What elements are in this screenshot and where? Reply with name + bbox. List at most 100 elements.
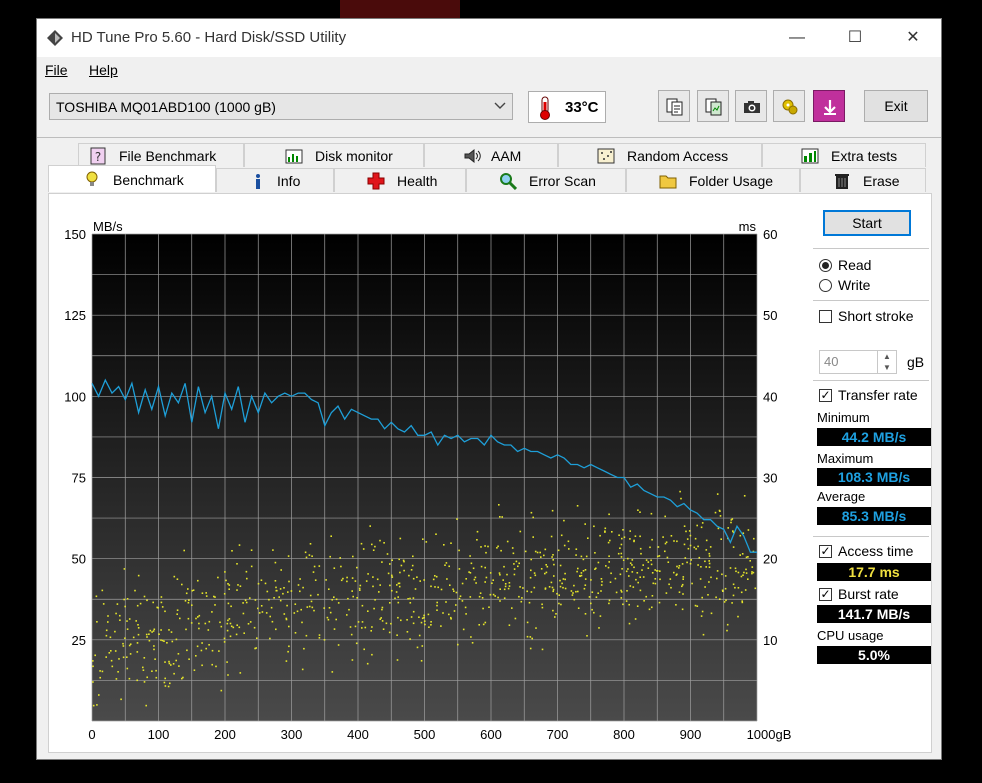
- access-time-point: [183, 549, 185, 552]
- tab-aam[interactable]: AAM: [424, 143, 558, 167]
- access-time-point: [696, 605, 699, 607]
- screenshot-button[interactable]: [735, 90, 767, 122]
- access-time-point: [455, 591, 458, 594]
- access-time-point: [362, 548, 365, 550]
- access-time-point: [457, 643, 459, 646]
- access-time-point: [597, 592, 599, 594]
- short-stroke-input[interactable]: 40 ▲ ▼: [819, 350, 897, 374]
- drive-select[interactable]: TOSHIBA MQ01ABD100 (1000 gB): [49, 93, 513, 120]
- access-time-point: [394, 597, 396, 600]
- temperature-display: 33°C: [528, 91, 606, 123]
- tab-disk-monitor[interactable]: Disk monitor: [244, 143, 424, 167]
- access-time-point: [143, 681, 146, 683]
- access-time-point: [361, 621, 364, 623]
- access-time-point: [654, 569, 656, 571]
- start-button[interactable]: Start: [823, 210, 911, 236]
- tab-folder-usage[interactable]: Folder Usage: [626, 168, 800, 192]
- access-time-point: [331, 671, 334, 673]
- access-time-point: [211, 649, 214, 652]
- title-bar[interactable]: HD Tune Pro 5.60 - Hard Disk/SSD Utility…: [37, 19, 941, 57]
- access-time-point: [301, 621, 303, 624]
- access-time-point: [556, 592, 558, 595]
- access-time-point: [604, 531, 606, 533]
- tab-file-benchmark[interactable]: ? File Benchmark: [78, 143, 244, 167]
- left-axis-unit: MB/s: [93, 219, 123, 234]
- access-time-point: [637, 581, 639, 584]
- access-time-point: [98, 694, 100, 696]
- close-button[interactable]: ✕: [890, 19, 936, 57]
- access-time-point: [142, 666, 144, 669]
- access-time-point: [274, 580, 277, 582]
- access-time-point: [198, 627, 200, 630]
- access-time-point: [580, 572, 583, 574]
- access-time-point: [205, 595, 208, 597]
- access-time-point: [444, 564, 446, 566]
- access-time-point: [245, 570, 248, 573]
- access-time-point: [718, 509, 721, 512]
- trash-icon: [835, 174, 849, 189]
- access-time-point: [339, 557, 341, 559]
- access-time-point: [287, 555, 290, 557]
- access-time-point: [246, 577, 248, 580]
- desktop-background: [340, 0, 460, 18]
- access-time-point: [551, 509, 554, 512]
- exit-button[interactable]: Exit: [864, 90, 928, 122]
- access-time-point: [411, 564, 414, 567]
- access-time-point: [428, 626, 430, 628]
- access-time-point: [406, 619, 408, 621]
- maximize-button[interactable]: ☐: [832, 19, 878, 57]
- menu-help[interactable]: Help: [89, 62, 118, 78]
- access-time-point: [636, 605, 639, 607]
- menu-file[interactable]: File: [45, 62, 68, 78]
- tab-health[interactable]: Health: [334, 168, 466, 192]
- spin-buttons[interactable]: ▲ ▼: [877, 351, 896, 373]
- access-time-point: [398, 585, 401, 588]
- access-time-point: [173, 575, 176, 578]
- access-time-point: [232, 626, 235, 629]
- access-time-point: [453, 610, 456, 612]
- access-time-point: [681, 583, 684, 586]
- access-time-point: [427, 613, 430, 616]
- access-time-point: [176, 609, 179, 611]
- access-time-point: [590, 602, 592, 605]
- copy-info-button[interactable]: [697, 90, 729, 122]
- tab-info[interactable]: Info: [216, 168, 334, 192]
- tab-error-scan[interactable]: Error Scan: [466, 168, 626, 192]
- tab-benchmark[interactable]: Benchmark: [48, 165, 216, 192]
- access-time-point: [285, 660, 288, 662]
- access-time-point: [168, 662, 171, 665]
- access-time-point: [238, 544, 241, 546]
- access-time-point: [445, 562, 448, 564]
- folder-icon: [659, 175, 677, 189]
- access-time-point: [107, 615, 109, 617]
- access-time-point: [710, 576, 712, 579]
- access-time-point: [419, 580, 421, 582]
- access-time-point: [318, 565, 321, 567]
- tab-erase[interactable]: Erase: [800, 168, 926, 192]
- access-time-point: [681, 585, 683, 588]
- access-time-point: [236, 624, 238, 626]
- access-time-point: [145, 633, 148, 636]
- access-time-point: [700, 615, 703, 617]
- access-time-point: [92, 660, 94, 662]
- copy-text-button[interactable]: [658, 90, 690, 122]
- access-time-point: [288, 645, 290, 648]
- access-time-point: [627, 557, 629, 560]
- access-time-point: [470, 636, 472, 638]
- access-time-point: [211, 611, 213, 613]
- tab-extra-tests[interactable]: Extra tests: [762, 143, 926, 167]
- access-time-point: [492, 579, 494, 581]
- access-time-point: [473, 578, 476, 581]
- minimize-button[interactable]: —: [774, 19, 820, 57]
- access-time-point: [575, 548, 578, 550]
- save-button[interactable]: [813, 90, 845, 122]
- access-time-point: [620, 589, 622, 592]
- tab-random-access[interactable]: Random Access: [558, 143, 762, 167]
- access-time-point: [250, 565, 253, 568]
- access-time-point: [564, 587, 567, 590]
- access-time-point: [136, 651, 139, 653]
- access-time-point: [557, 549, 560, 552]
- options-button[interactable]: [773, 90, 805, 122]
- access-time-point: [479, 592, 482, 594]
- access-time-point: [361, 604, 364, 607]
